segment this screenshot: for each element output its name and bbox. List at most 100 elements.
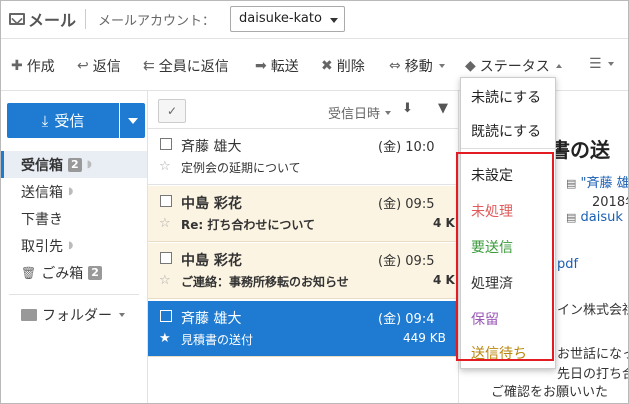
unread-count-badge: 2: [88, 265, 102, 280]
row-checkbox[interactable]: [160, 138, 172, 150]
folder-drafts[interactable]: 下書き: [1, 205, 147, 232]
move-button[interactable]: ⇔ 移動: [389, 56, 445, 76]
message-list: ✓ 受信日時 ⬇ ▼ ☆ 斉藤 雄大 (金) 10:0 定例会の延期について ☆…: [148, 91, 458, 403]
select-all-checkbox[interactable]: ✓: [158, 99, 186, 123]
folder-clients[interactable]: 取引先 ◗: [1, 232, 147, 259]
more-options-button[interactable]: ☰: [589, 56, 614, 72]
folder-label: ごみ箱: [41, 265, 84, 282]
compose-label: 作成: [26, 59, 55, 75]
contact-icon: ▤: [566, 211, 577, 224]
menu-item-mark-unread[interactable]: 未読にする: [461, 80, 557, 114]
row-subject: Re: 打ち合わせについて: [181, 218, 315, 232]
menu-item-status-needs-sending[interactable]: 要送信: [461, 230, 557, 264]
row-size: 4 K: [433, 216, 455, 230]
row-sender: 中島 彩花: [181, 196, 242, 212]
folder-icon: [21, 309, 37, 321]
list-menu-icon: ☰: [589, 56, 602, 72]
list-item[interactable]: ☆ 中島 彩花 (金) 09:5 Re: 打ち合わせについて 4 K: [148, 186, 458, 242]
folder-sent[interactable]: 送信箱 ◗: [1, 178, 147, 205]
contact-icon: ▤: [566, 177, 577, 190]
row-date: (金) 09:4: [378, 312, 435, 327]
row-checkbox[interactable]: [160, 310, 172, 322]
preview-date: 2018年04: [592, 195, 628, 210]
row-subject: 見積書の送付: [181, 333, 254, 347]
chevron-up-icon: [555, 64, 562, 68]
chevron-down-icon: [119, 313, 125, 317]
sort-label: 受信日時: [328, 107, 381, 122]
sort-direction-icon[interactable]: ⬇: [402, 101, 413, 116]
reply-all-icon: ⇇: [143, 58, 155, 74]
rss-icon: ◗: [86, 159, 92, 170]
plus-icon: ✚: [11, 58, 23, 74]
account-select[interactable]: daisuke-kato: [230, 6, 345, 32]
menu-item-status-unprocessed[interactable]: 未処理: [461, 194, 557, 228]
row-size: 4 K: [433, 273, 455, 287]
status-label: ステータス: [479, 59, 550, 75]
star-icon[interactable]: ★: [159, 331, 171, 346]
preview-to[interactable]: ▤ daisuk: [566, 210, 623, 225]
chevron-down-icon: [438, 64, 445, 68]
row-size: 449 KB: [403, 331, 446, 345]
preview-body-line: お世話になっ: [557, 347, 629, 362]
star-icon[interactable]: ☆: [159, 159, 171, 174]
menu-item-status-unset[interactable]: 未設定: [461, 158, 557, 192]
folder-label: 下書き: [21, 211, 63, 228]
folder-inbox[interactable]: 受信箱 2 ◗: [1, 151, 147, 178]
list-header: ✓ 受信日時 ⬇ ▼: [148, 91, 458, 129]
chevron-down-icon: [385, 110, 392, 115]
filter-icon[interactable]: ▼: [438, 101, 448, 116]
row-sender: 中島 彩花: [181, 253, 242, 269]
row-sender: 斉藤 雄大: [181, 311, 242, 327]
move-label: 移動: [404, 59, 433, 75]
mail-app: メール メールアカウント： daisuke-kato ✚ 作成 ↩ 返信 ⇇ 全…: [0, 0, 629, 404]
row-checkbox[interactable]: [160, 252, 172, 264]
forward-button[interactable]: ➡ 転送: [255, 56, 299, 76]
preview-body-line: ご確認をお願いいた: [491, 385, 609, 400]
app-title: メール: [9, 7, 76, 31]
star-icon[interactable]: ☆: [159, 216, 171, 231]
row-date: (金) 09:5: [378, 254, 435, 269]
menu-item-mark-read[interactable]: 既読にする: [461, 114, 557, 148]
receive-button[interactable]: ⤓ 受信: [7, 103, 119, 138]
list-item[interactable]: ☆ 中島 彩花 (金) 09:5 ご連絡：事務所移転のお知らせ 4 K: [148, 243, 458, 299]
chevron-down-icon: [330, 18, 338, 23]
preview-body-line: イン株式会社: [557, 303, 629, 318]
divider: [9, 294, 139, 295]
move-icon: ⇔: [389, 58, 401, 74]
row-checkbox[interactable]: [160, 195, 172, 207]
star-icon[interactable]: ☆: [159, 273, 171, 288]
menu-item-status-pending-send[interactable]: 送信待ち: [461, 336, 557, 370]
preview-to-text: daisuk: [580, 210, 623, 225]
reply-all-label: 全員に返信: [158, 59, 229, 75]
reply-button[interactable]: ↩ 返信: [77, 56, 121, 76]
reply-all-button[interactable]: ⇇ 全員に返信: [143, 56, 229, 76]
reply-label: 返信: [92, 59, 121, 75]
menu-item-status-on-hold[interactable]: 保留: [461, 302, 557, 336]
list-item[interactable]: ☆ 斉藤 雄大 (金) 10:0 定例会の延期について: [148, 129, 458, 185]
tag-icon: ◆: [465, 58, 476, 74]
forward-icon: ➡: [255, 58, 267, 74]
trash-icon: 🗑: [21, 265, 37, 280]
preview-body-line: 先日の打ち合わ: [557, 367, 628, 382]
preview-from[interactable]: ▤ "斉藤 雄: [566, 172, 628, 191]
folder-trash[interactable]: 🗑 ごみ箱 2: [1, 259, 147, 286]
row-subject: ご連絡：事務所移転のお知らせ: [181, 275, 349, 289]
forward-label: 転送: [270, 59, 299, 75]
status-button[interactable]: ◆ ステータス: [465, 56, 562, 76]
delete-button[interactable]: ✖ 削除: [321, 56, 365, 76]
menu-item-status-processed[interactable]: 処理済: [461, 266, 557, 300]
list-item[interactable]: ★ 斉藤 雄大 (金) 09:4 見積書の送付 449 KB: [148, 301, 458, 357]
divider: [461, 148, 557, 149]
receive-dropdown-button[interactable]: [120, 103, 145, 138]
row-date: (金) 09:5: [378, 197, 435, 212]
folder-list: 受信箱 2 ◗ 送信箱 ◗ 下書き 取引先 ◗ 🗑 ごみ箱 2 フォルダー: [1, 151, 147, 327]
folder-label: 送信箱: [21, 184, 63, 201]
compose-button[interactable]: ✚ 作成: [11, 56, 55, 76]
delete-label: 削除: [336, 59, 365, 75]
folder-tree-toggle[interactable]: フォルダー: [1, 303, 147, 327]
rss-icon: ◗: [68, 186, 74, 197]
sidebar: ⤓ 受信 受信箱 2 ◗ 送信箱 ◗ 下書き 取引先 ◗ 🗑 ごみ箱 2 フォル…: [1, 91, 148, 403]
folder-label: 受信箱: [21, 157, 63, 174]
attachment-link[interactable]: pdf: [557, 257, 578, 272]
sort-dropdown[interactable]: 受信日時: [328, 103, 392, 122]
